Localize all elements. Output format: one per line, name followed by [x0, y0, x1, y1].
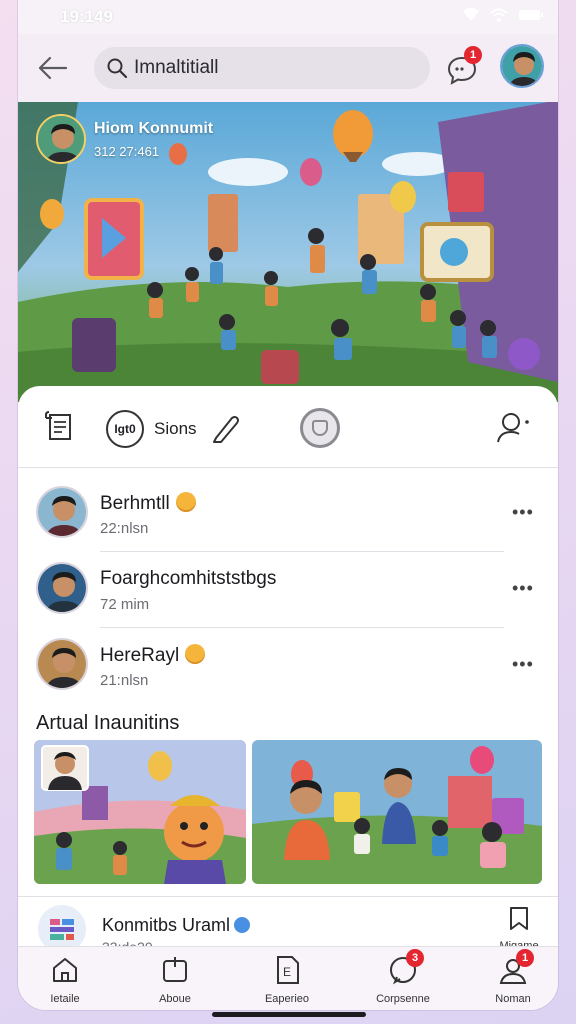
hero-banner[interactable]: Hiom Konnumit 312 27:461	[18, 102, 558, 402]
status-bar: 19:149	[18, 0, 558, 34]
search-bar[interactable]: Imnaltitiall	[94, 47, 430, 89]
bookmark-icon	[510, 907, 528, 930]
signal-icon	[462, 8, 480, 22]
avatar	[36, 638, 88, 690]
content-card: Igt0 Sions Berhmtll 22:nlsn ••• Foarghco…	[18, 386, 558, 1010]
banner-author-name: Hiom Konnumit	[94, 119, 214, 137]
list-item-name: HereRayl	[100, 644, 206, 667]
list-item[interactable]: HereRayl 21:nlsn •••	[18, 628, 558, 704]
circle-badge-button[interactable]: Igt0	[106, 410, 144, 448]
search-input[interactable]: Imnaltitiall	[134, 57, 218, 79]
phone-frame: 19:149 Imnaltitiall 1 Hiom Konnumit 312 …	[18, 0, 558, 1010]
nav-item-experience[interactable]: E Eaperieo	[242, 955, 332, 1005]
list-item-time: 72 mim	[100, 596, 150, 613]
emoji-icon	[175, 492, 196, 512]
chat-icon: 3	[388, 949, 424, 985]
action-bar: Igt0 Sions	[18, 386, 558, 468]
profile-icon: 1	[498, 949, 534, 985]
media-thumbnail[interactable]	[34, 740, 246, 884]
notes-icon[interactable]	[44, 410, 78, 444]
document-icon: E	[272, 955, 302, 985]
media-thumbnail[interactable]	[252, 740, 542, 884]
list-item-name: Berhmtll	[100, 492, 196, 515]
home-icon	[50, 955, 80, 985]
status-time: 19:149	[60, 7, 113, 26]
nav-badge: 1	[516, 949, 534, 967]
calendar-icon	[160, 955, 190, 985]
nav-label: Ietaile	[50, 993, 80, 1005]
list-item-time: 22:nlsn	[100, 520, 149, 537]
search-icon	[106, 57, 128, 79]
back-arrow-icon[interactable]	[36, 54, 68, 82]
avatar	[36, 562, 88, 614]
app-bar: Imnaltitiall 1	[18, 34, 558, 102]
post-author: Konmitbs Uraml	[102, 915, 251, 936]
record-button[interactable]	[300, 408, 340, 448]
list-item[interactable]: Berhmtll 22:nlsn •••	[18, 476, 558, 552]
more-options-icon[interactable]: •••	[512, 502, 534, 523]
profile-avatar[interactable]	[500, 44, 544, 88]
nav-label: Aboue	[159, 993, 191, 1005]
banner-author-avatar	[36, 114, 86, 164]
section-title: Artual Inaunitins	[36, 712, 180, 734]
action-label[interactable]: Sions	[154, 419, 197, 439]
more-options-icon[interactable]: •••	[512, 578, 534, 599]
status-icons	[462, 8, 544, 22]
home-indicator	[212, 1012, 366, 1017]
nav-label: Eaperieo	[264, 993, 310, 1005]
bottom-nav: Ietaile Aboue E Eaperieo 3 Corpsenne 1 N…	[18, 946, 558, 1010]
save-button[interactable]: Migame	[494, 905, 544, 952]
messages-badge: 1	[464, 46, 482, 64]
banner-subtitle: 312 27:461	[94, 143, 160, 159]
nav-item-home[interactable]: Ietaile	[20, 955, 110, 1005]
nav-item-profile[interactable]: 1 Noman	[468, 949, 558, 1005]
wifi-icon	[490, 8, 508, 22]
nav-badge: 3	[406, 949, 424, 967]
record-icon	[312, 420, 328, 436]
nav-item-community[interactable]: 3 Corpsenne	[358, 949, 448, 1005]
svg-text:E: E	[283, 965, 291, 979]
nav-label: Noman	[495, 993, 531, 1005]
nav-item-about[interactable]: Aboue	[130, 955, 220, 1005]
pencil-icon[interactable]	[210, 412, 242, 444]
verified-icon	[234, 917, 251, 933]
banner-author[interactable]: Hiom Konnumit 312 27:461	[36, 114, 213, 164]
list-item-time: 21:nlsn	[100, 672, 149, 689]
emoji-icon	[185, 644, 206, 664]
avatar	[36, 486, 88, 538]
messages-button[interactable]: 1	[446, 46, 482, 86]
list-item-name: Foarghcomhitststbgs	[100, 568, 277, 589]
more-options-icon[interactable]: •••	[512, 654, 534, 675]
battery-icon	[518, 8, 544, 22]
media-gallery	[34, 740, 544, 884]
nav-label: Corpsenne	[376, 993, 430, 1005]
add-user-icon[interactable]	[494, 408, 532, 446]
list-item[interactable]: Foarghcomhitststbgs 72 mim •••	[18, 552, 558, 628]
